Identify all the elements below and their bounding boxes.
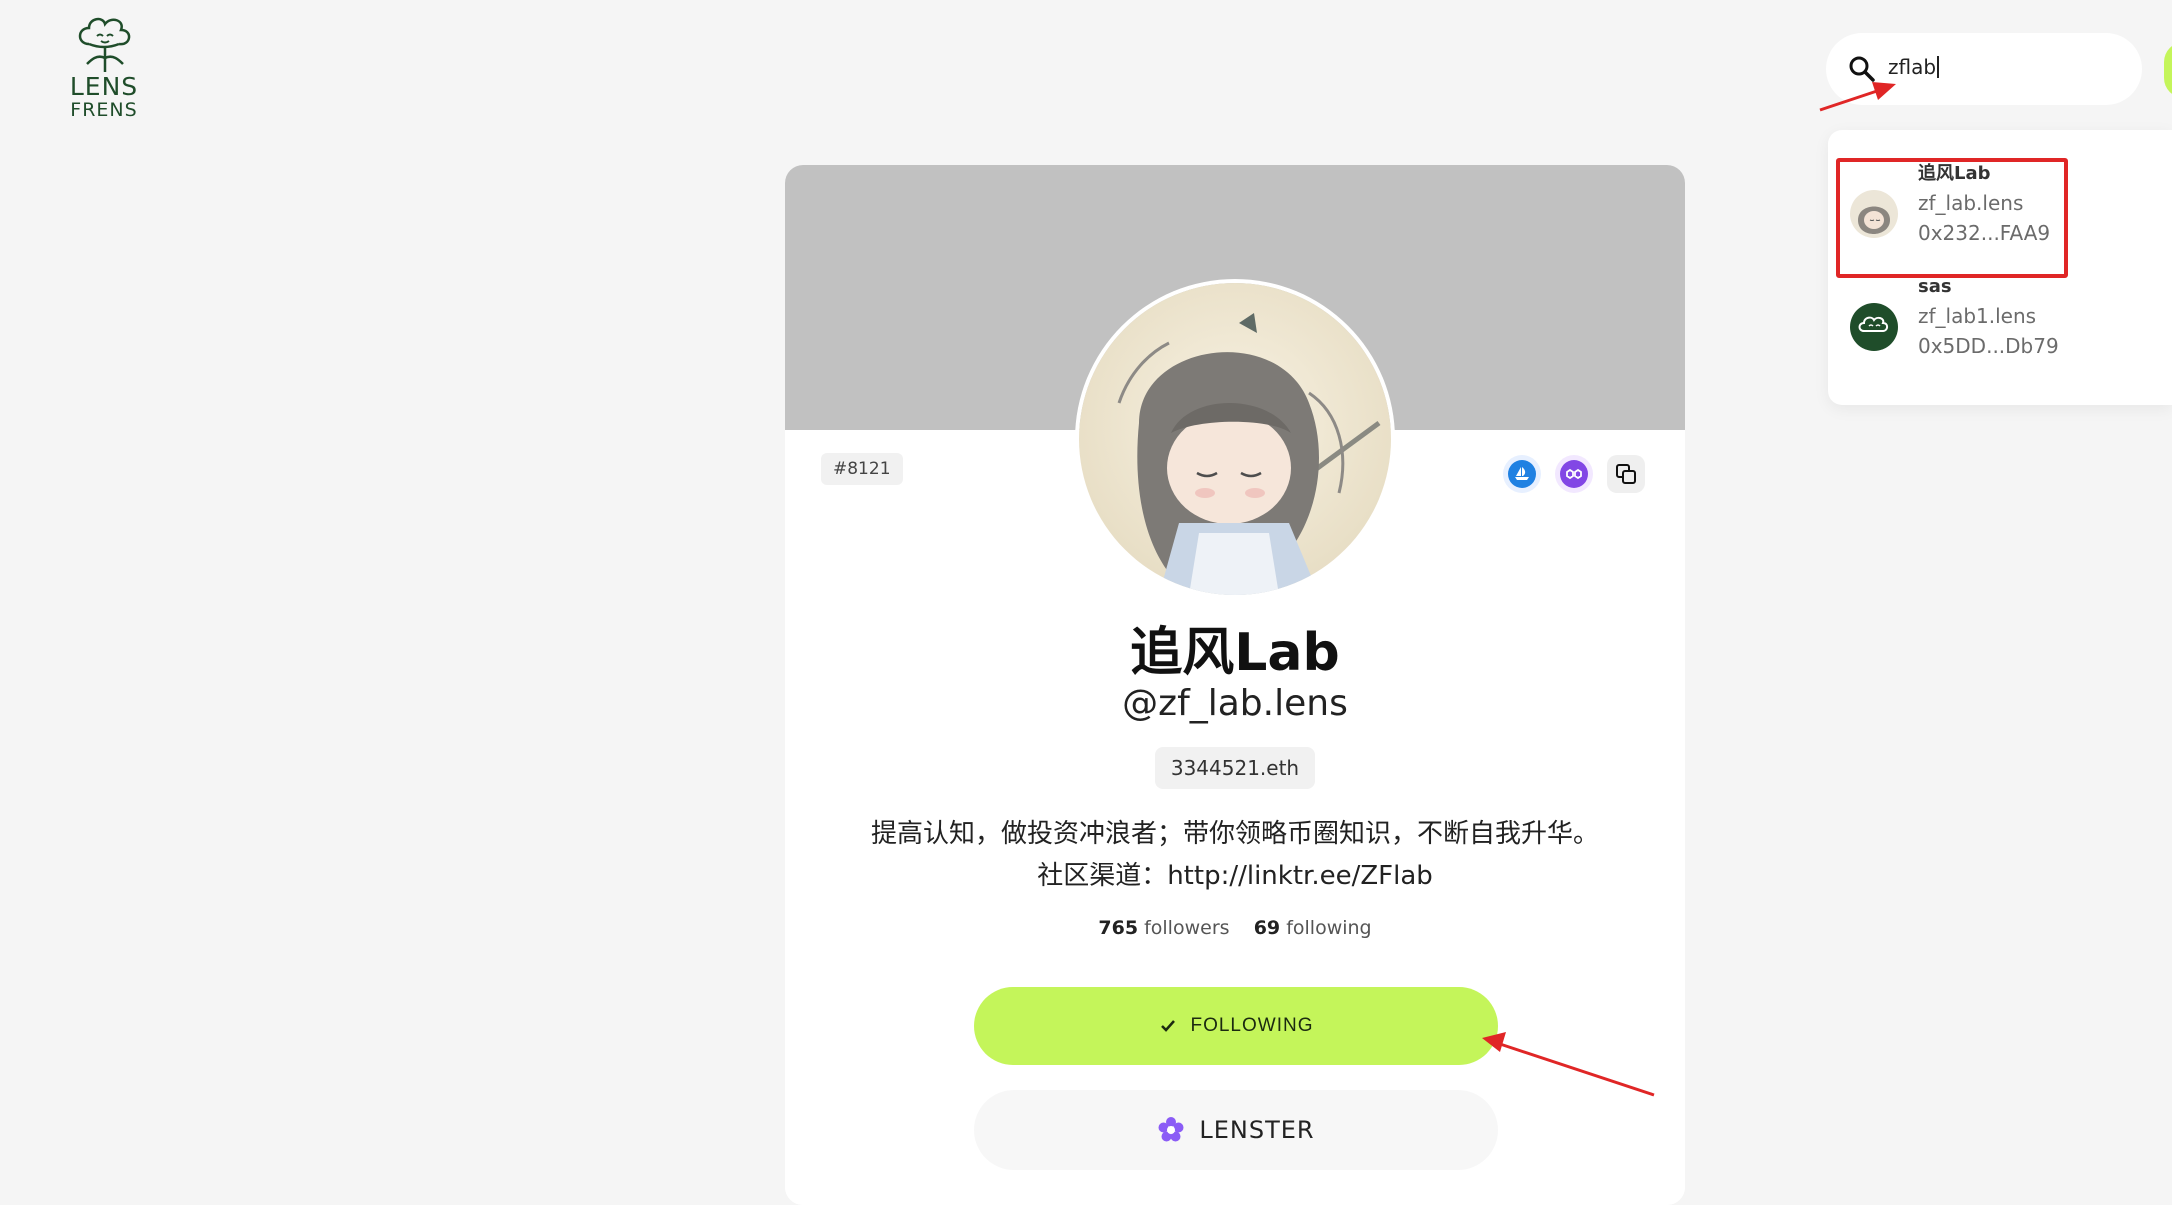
following-count: 69 — [1253, 917, 1281, 939]
followers-label: followers — [1144, 917, 1230, 939]
copy-icon — [1616, 464, 1636, 484]
profile-display-name: 追风Lab — [1130, 623, 1340, 683]
following-label: following — [1286, 917, 1372, 939]
copy-address-button[interactable] — [1607, 455, 1645, 493]
search-input[interactable]: zflab — [1888, 55, 1940, 79]
profile-handle: @zf_lab.lens — [1122, 683, 1348, 724]
following-button[interactable]: FOLLOWING — [974, 987, 1498, 1065]
lens-frens-logo[interactable]: LENS FRENS — [66, 14, 142, 134]
search-bar[interactable]: zflab — [1826, 33, 2142, 105]
lens-flower-icon — [1858, 316, 1889, 332]
user-avatar-button[interactable] — [2164, 42, 2172, 98]
polygon-link[interactable] — [1555, 455, 1593, 493]
profile-bio: 提高认知，做投资冲浪者；带你领略币圈知识，不断自我升华。 社区渠道：http:/… — [785, 813, 1685, 897]
followers-stat[interactable]: 765 followers — [1098, 917, 1229, 939]
bio-line-1: 提高认知，做投资冲浪者；带你领略币圈知识，不断自我升华。 — [870, 819, 1599, 849]
lens-flower-icon — [78, 17, 131, 72]
search-icon — [1849, 56, 1875, 82]
opensea-link[interactable] — [1503, 455, 1541, 493]
polygon-icon — [1560, 460, 1588, 488]
lenster-button[interactable]: LENSTER — [974, 1090, 1498, 1170]
follow-stats: 765 followers 69 following — [785, 917, 1685, 939]
check-icon — [1161, 1020, 1176, 1032]
following-button-label: FOLLOWING — [1190, 1015, 1314, 1036]
result-address: 0x5DD...Db79 — [1918, 334, 2059, 358]
lenster-button-label: LENSTER — [1199, 1116, 1315, 1144]
text-caret — [1937, 56, 1940, 78]
lenster-flower-icon — [1158, 1117, 1184, 1142]
profile-avatar — [1079, 283, 1391, 595]
ens-badge: 3344521.eth — [1155, 747, 1315, 789]
logo-line1: LENS — [69, 72, 139, 101]
following-stat[interactable]: 69 following — [1254, 917, 1372, 939]
bio-line-2: 社区渠道：http://linktr.ee/ZFlab — [1037, 861, 1433, 891]
opensea-icon — [1508, 460, 1536, 488]
profile-card: #8121 追风Lab @zf_lab.lens 3344521.eth 提高认… — [785, 165, 1685, 1205]
annotation-highlight-box — [1836, 158, 2068, 278]
result-avatar — [1850, 303, 1898, 351]
logo-line2: FRENS — [70, 99, 138, 121]
profile-id-badge: #8121 — [821, 453, 903, 485]
result-handle: zf_lab1.lens — [1918, 304, 2037, 328]
search-input-value: zflab — [1888, 55, 1937, 79]
profile-links — [1503, 455, 1645, 493]
followers-count: 765 — [1098, 917, 1139, 939]
search-result-sas[interactable]: sas zf_lab1.lens 0x5DD...Db79 — [1828, 273, 2172, 385]
